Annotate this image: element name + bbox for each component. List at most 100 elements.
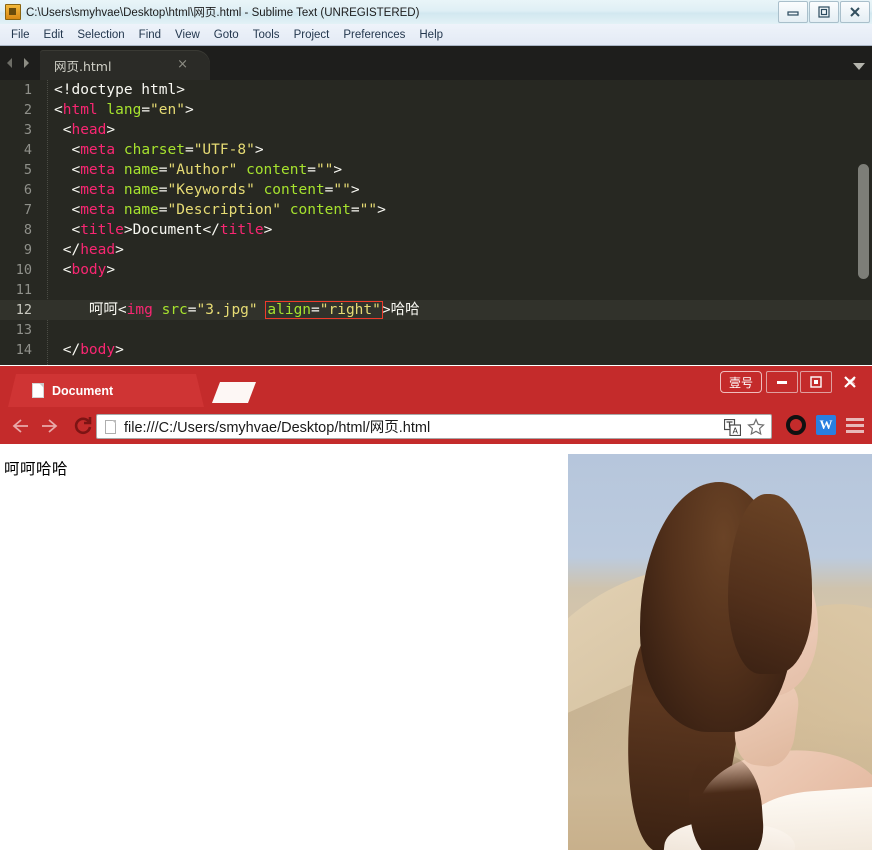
code-token: >: [184, 102, 194, 118]
back-icon[interactable]: [6, 413, 32, 439]
menu-edit[interactable]: Edit: [37, 27, 71, 43]
code-line[interactable]: 2 <html lang="en">: [0, 100, 872, 120]
menu-find[interactable]: Find: [132, 27, 168, 43]
sublime-window-controls: [777, 1, 870, 23]
sublime-window-title: C:\Users\smyhvae\Desktop\html\网页.html - …: [26, 7, 420, 19]
maximize-button[interactable]: [800, 371, 832, 393]
code-token: meta: [80, 142, 116, 158]
code-token: src: [161, 302, 188, 318]
highlight-box: align="right": [265, 301, 383, 319]
code-token: >: [123, 222, 133, 238]
code-text: <title>Document</title>: [54, 220, 272, 240]
code-line[interactable]: 7 <meta name="Description" content="">: [0, 200, 872, 220]
code-text: <body>: [54, 260, 115, 280]
code-token: </: [202, 222, 220, 238]
code-text: <!doctype html>: [54, 80, 185, 100]
editor-tab-close-icon[interactable]: ×: [177, 57, 188, 72]
word-w-icon[interactable]: W: [816, 415, 836, 435]
forward-icon[interactable]: [38, 413, 64, 439]
star-icon[interactable]: [747, 418, 765, 441]
code-token: meta: [80, 202, 116, 218]
code-token: "": [333, 182, 351, 198]
browser-tab-document[interactable]: Document: [8, 374, 204, 407]
code-line[interactable]: 8 <title>Document</title>: [0, 220, 872, 240]
code-token: "": [359, 202, 378, 218]
menu-preferences[interactable]: Preferences: [336, 27, 412, 43]
menu-goto[interactable]: Goto: [207, 27, 246, 43]
code-token: charset: [123, 142, 185, 158]
code-token: <: [54, 222, 81, 238]
tab-overflow-menu-icon[interactable]: [852, 58, 866, 76]
menu-file[interactable]: File: [4, 27, 37, 43]
code-token: "": [315, 162, 334, 178]
sublime-text-window: C:\Users\smyhvae\Desktop\html\网页.html - …: [0, 0, 872, 366]
code-line[interactable]: 9 </head>: [0, 240, 872, 260]
code-line[interactable]: 14 </body>: [0, 340, 872, 360]
address-bar-actions: A: [723, 418, 765, 441]
code-line[interactable]: 10 <body>: [0, 260, 872, 280]
code-token: "right": [319, 302, 381, 318]
code-line[interactable]: 12 呵呵<img src="3.jpg" align="right">哈哈: [0, 300, 872, 320]
minimize-button[interactable]: [778, 1, 808, 23]
code-token: content: [246, 162, 308, 178]
editor-scrollbar[interactable]: [858, 164, 869, 279]
code-token: align: [267, 302, 312, 318]
number-button[interactable]: 壹号: [719, 371, 762, 393]
maximize-button[interactable]: [809, 1, 839, 23]
line-number: 4: [23, 142, 32, 158]
code-token: >: [106, 122, 116, 138]
address-bar[interactable]: file:///C:/Users/smyhvae/Desktop/html/网页…: [96, 414, 772, 439]
menu-view[interactable]: View: [168, 27, 207, 43]
new-tab-button[interactable]: [212, 382, 256, 403]
close-button[interactable]: [834, 371, 866, 393]
code-token: "en": [150, 102, 185, 118]
code-text: <html lang="en">: [54, 100, 194, 120]
menu-tools[interactable]: Tools: [246, 27, 287, 43]
line-number: 14: [15, 342, 32, 358]
opera-o-icon[interactable]: [786, 415, 806, 435]
code-line[interactable]: 1 <!doctype html>: [0, 80, 872, 100]
line-number: 8: [23, 222, 32, 238]
code-line[interactable]: 3 <head>: [0, 120, 872, 140]
translate-icon[interactable]: A: [723, 418, 742, 441]
minimize-button[interactable]: [766, 371, 798, 393]
browser-toolbar: file:///C:/Users/smyhvae/Desktop/html/网页…: [0, 407, 872, 444]
code-text: <meta name="Keywords" content="">: [54, 180, 359, 200]
code-line[interactable]: 11: [0, 280, 872, 300]
sublime-icon: [5, 4, 21, 20]
code-token: body: [80, 342, 116, 358]
tab-prev-arrow[interactable]: [4, 56, 16, 74]
code-token: =: [158, 182, 168, 198]
line-number: 11: [15, 282, 32, 298]
tab-next-arrow[interactable]: [20, 56, 32, 74]
menu-selection[interactable]: Selection: [70, 27, 131, 43]
editor-tab-webpage[interactable]: 网页.html ×: [40, 50, 210, 80]
code-content[interactable]: 1 <!doctype html> 2 <html lang="en"> 3 <head…: [0, 80, 872, 365]
code-token: =: [187, 302, 197, 318]
menu-help[interactable]: Help: [412, 27, 450, 43]
reload-icon[interactable]: [70, 413, 96, 439]
code-token: lang: [106, 102, 142, 118]
code-line[interactable]: 13: [0, 320, 872, 340]
code-line[interactable]: 5 <meta name="Author" content="">: [0, 160, 872, 180]
browser-window-controls: [764, 371, 866, 393]
code-token: >: [333, 162, 343, 178]
line-number: 7: [23, 202, 32, 218]
close-button[interactable]: [840, 1, 870, 23]
code-editor[interactable]: 1 <!doctype html> 2 <html lang="en"> 3 <head…: [0, 80, 872, 365]
code-line[interactable]: 6 <meta name="Keywords" content="">: [0, 180, 872, 200]
menu-icon[interactable]: [846, 417, 864, 433]
page-viewport: 呵呵哈哈: [0, 444, 872, 850]
code-line[interactable]: 4 <meta charset="UTF-8">: [0, 140, 872, 160]
address-bar-text: file:///C:/Users/smyhvae/Desktop/html/网页…: [124, 420, 431, 436]
page-icon: [32, 383, 44, 398]
code-token: Document: [132, 222, 203, 238]
browser-window: Document × 壹号 file:///C:/Users/smyhvae/D…: [0, 366, 872, 850]
code-token: 哈哈: [390, 302, 420, 318]
menu-project[interactable]: Project: [287, 27, 337, 43]
